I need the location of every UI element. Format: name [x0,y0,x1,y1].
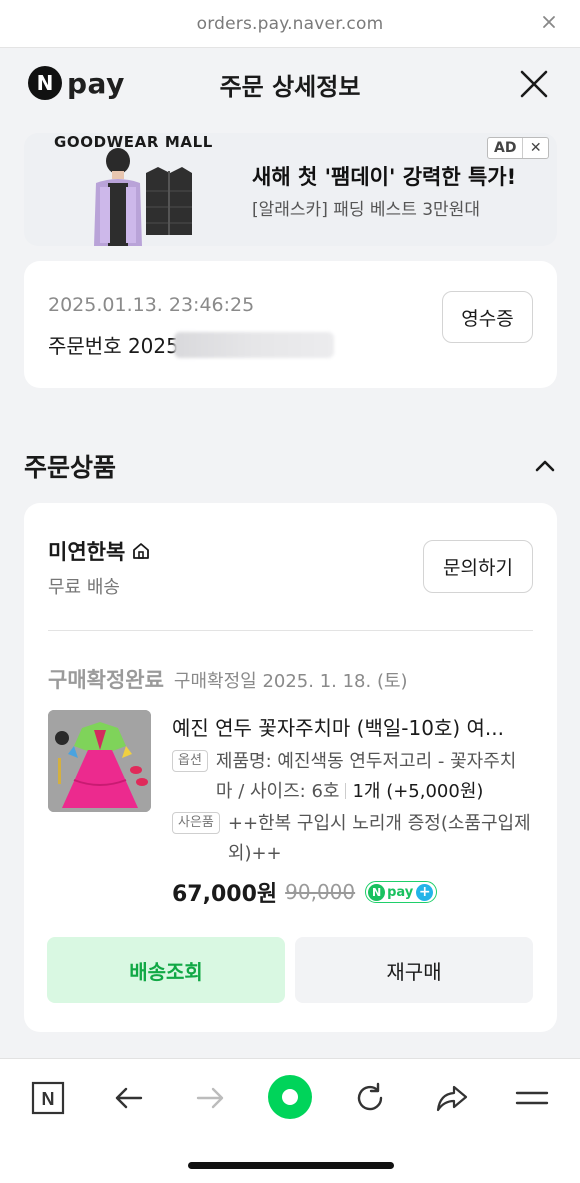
ad-subtitle: [알래스카] 패딩 베스트 3만원대 [252,200,480,220]
share-button[interactable] [432,1078,472,1118]
url-text[interactable]: orders.pay.naver.com [197,14,384,34]
inquiry-button[interactable]: 문의하기 [423,540,533,593]
menu-button[interactable] [512,1078,552,1118]
order-product-card: 미연한복 무료 배송 문의하기 구매확정완료 구매확정일 2025. 1. 18… [24,503,557,1032]
refresh-button[interactable] [350,1078,390,1118]
order-datetime: 2025.01.13. 23:46:25 [48,294,255,316]
option-tag: 옵션 [172,750,208,772]
product-price: 67,000원 [172,882,278,907]
forward-arrow-icon [196,1087,224,1109]
shipping-info: 무료 배송 [48,577,120,598]
confirm-date: 구매확정일 2025. 1. 18. (토) [173,671,408,692]
divider [48,630,533,631]
ad-banner[interactable]: GOODWEAR MALL 새해 첫 '팸데이' 강력한 특가! [알래스카] … [24,133,557,246]
page-title: 주문 상세정보 [219,73,361,101]
product-option-row: 옵션 제품명: 예진색동 연두저고리 - 꽃자주치마 / 사이즈: 6호 1개 (… [172,747,526,807]
ad-title: 새해 첫 '팸데이' 강력한 특가! [252,165,517,189]
share-icon [436,1085,468,1112]
option-text-block: 제품명: 예진색동 연두저고리 - 꽃자주치마 / 사이즈: 6호 1개 (+5,… [216,747,526,807]
option-separator [345,783,347,799]
npay-badge-n: N [368,883,386,901]
menu-icon [515,1091,549,1105]
close-icon [520,70,548,98]
npay-badge-text: pay [387,884,414,900]
home-indicator [188,1162,394,1169]
ad-close-icon[interactable]: ✕ [523,138,548,158]
gift-text: ++한복 구입시 노리개 증정(소품구입제외)++ [227,813,531,864]
order-info-card: 2025.01.13. 23:46:25 주문번호 2025 영수증 [24,261,557,388]
order-status-line: 구매확정완료 구매확정일 2025. 1. 18. (토) [48,664,408,694]
npay-plus-icon: + [416,883,434,901]
bottom-nav: N [0,1058,580,1183]
product-name[interactable]: 예진 연두 꽃자주치마 (백일-10호) 여... [172,712,542,741]
track-delivery-button[interactable]: 배송조회 [47,937,285,1003]
order-status: 구매확정완료 [48,668,164,692]
back-button[interactable] [109,1078,149,1118]
green-dot-icon [268,1075,312,1119]
collapse-button[interactable] [532,453,558,479]
ad-label: AD [488,138,524,158]
order-number-redacted [174,332,334,358]
product-thumbnail[interactable] [48,710,151,812]
browser-url-bar[interactable]: orders.pay.naver.com [0,0,580,48]
receipt-button[interactable]: 영수증 [442,291,533,343]
ad-badge[interactable]: AD ✕ [487,137,549,159]
gift-row: 사은품 ++한복 구입시 노리개 증정(소품구입제외)++ [172,809,538,869]
rebuy-button[interactable]: 재구매 [295,937,533,1003]
forward-button[interactable] [190,1078,230,1118]
green-dot-button[interactable] [267,1074,313,1120]
back-arrow-icon [115,1087,143,1109]
price-line: 67,000원 90,000 N pay + [172,876,438,908]
option-quantity: 1개 (+5,000원) [352,781,484,802]
npay-plus-badge: N pay + [365,881,438,903]
store-name-row[interactable]: 미연한복 [48,536,151,566]
store-name[interactable]: 미연한복 [48,536,125,566]
ad-product-image [74,147,194,246]
section-title: 주문상품 [24,453,117,482]
close-button[interactable] [518,68,550,100]
close-icon[interactable] [540,13,558,31]
home-icon [133,543,150,559]
naver-home-icon: N [31,1081,65,1115]
naver-home-letter: N [42,1089,55,1109]
chevron-up-icon [535,460,555,472]
page-header: N pay 주문 상세정보 [0,49,580,127]
order-number: 주문번호 2025 [48,334,179,358]
original-price: 90,000 [285,880,356,904]
gift-tag: 사은품 [172,812,220,834]
naver-home-button[interactable]: N [28,1078,68,1118]
refresh-icon [357,1082,383,1111]
